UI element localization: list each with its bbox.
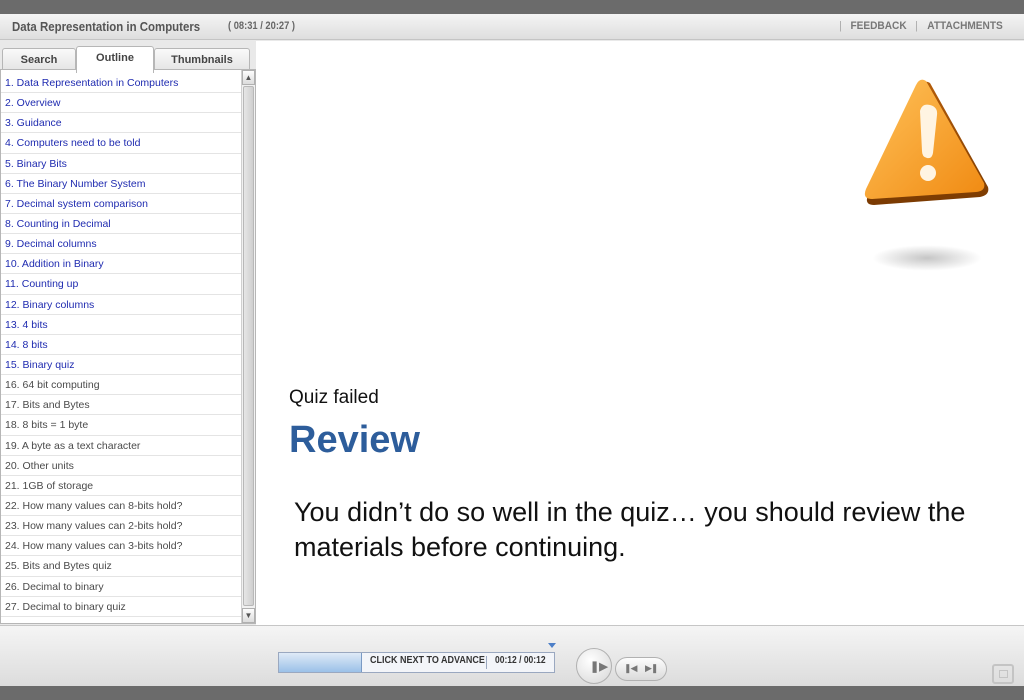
outline-scrollbar[interactable]: ▲ ▼ <box>241 70 255 623</box>
scroll-thumb[interactable] <box>243 86 254 606</box>
outline-item[interactable]: 21. 1GB of storage <box>1 476 241 496</box>
outline-item[interactable]: 15. Binary quiz <box>1 355 241 376</box>
outline-item[interactable]: 9. Decimal columns <box>1 234 241 255</box>
play-pause-icon: ❚▶ <box>590 661 608 673</box>
icon-shadow <box>872 245 982 271</box>
top-links: | FEEDBACK | ATTACHMENTS <box>839 20 1006 32</box>
review-message: You didn’t do so well in the quiz… you s… <box>294 497 966 562</box>
outline-item[interactable]: 20. Other units <box>1 456 241 476</box>
scroll-up-icon[interactable]: ▲ <box>242 70 255 85</box>
outline-item[interactable]: 19. A byte as a text character <box>1 436 241 456</box>
outline-item[interactable]: 8. Counting in Decimal <box>1 214 241 235</box>
play-pause-button[interactable]: ❚▶ <box>576 648 612 684</box>
outline-item[interactable]: 16. 64 bit computing <box>1 375 241 396</box>
outline-item[interactable]: 14. 8 bits <box>1 335 241 355</box>
outline-item[interactable]: 2. Overview <box>1 93 241 114</box>
playhead-marker-icon[interactable] <box>548 643 556 648</box>
player-controls: CLICK NEXT TO ADVANCE 00:12 / 00:12 ❚▶ ❚… <box>0 625 1024 686</box>
slide-content: Quiz failed Review You didn’t do so well… <box>256 41 1024 625</box>
outline-item[interactable]: 10. Addition in Binary <box>1 254 241 275</box>
outline-item[interactable]: 1. Data Representation in Computers <box>1 73 241 94</box>
outline-item[interactable]: 25. Bits and Bytes quiz <box>1 556 241 577</box>
feedback-link[interactable]: FEEDBACK <box>850 20 906 32</box>
progress-label: CLICK NEXT TO ADVANCE <box>370 655 485 666</box>
outline-item[interactable]: 26. Decimal to binary <box>1 577 241 597</box>
link-separator: | <box>915 20 918 32</box>
tab-outline[interactable]: Outline <box>76 46 154 73</box>
warning-triangle-icon <box>864 79 989 205</box>
progress-separator <box>486 656 487 669</box>
slide-time: 00:12 / 00:12 <box>495 655 546 666</box>
outline-item[interactable]: 4. Computers need to be told <box>1 133 241 154</box>
outline-list: 1. Data Representation in Computers 2. Ov… <box>1 73 241 623</box>
course-title: Data Representation in Computers <box>12 19 201 34</box>
player-window: Data Representation in Computers ( 08:31… <box>0 14 1024 686</box>
outline-item[interactable]: 12. Binary columns <box>1 295 241 315</box>
outline-item[interactable]: 23. How many values can 2-bits hold? <box>1 516 241 537</box>
attachments-link[interactable]: ATTACHMENTS <box>927 20 1003 32</box>
outline-item[interactable]: 17. Bits and Bytes <box>1 395 241 416</box>
sidebar-tabs: Search Outline Thumbnails <box>0 46 256 73</box>
sidebar: Search Outline Thumbnails 1. Data Repres… <box>0 42 256 624</box>
slide-nav: ❚◀ ▶❚ <box>615 657 667 681</box>
progress-fill <box>279 653 362 672</box>
outline-item[interactable]: 3. Guidance <box>1 113 241 134</box>
scroll-down-icon[interactable]: ▼ <box>242 608 255 623</box>
outline-item[interactable]: 22. How many values can 8-bits hold? <box>1 496 241 517</box>
review-heading: Review <box>289 419 420 461</box>
outline-item[interactable]: 24. How many values can 3-bits hold? <box>1 536 241 557</box>
outline-item[interactable]: 11. Counting up <box>1 274 241 295</box>
outline-item[interactable]: 5. Binary Bits <box>1 154 241 174</box>
title-bar: Data Representation in Computers ( 08:31… <box>0 14 1024 40</box>
next-slide-icon[interactable]: ▶❚ <box>645 663 659 674</box>
fullscreen-icon[interactable] <box>992 664 1014 684</box>
outline-item[interactable]: 27. Decimal to binary quiz <box>1 597 241 617</box>
outline-item[interactable]: 7. Decimal system comparison <box>1 194 241 214</box>
course-elapsed-time: ( 08:31 / 20:27 ) <box>228 20 296 32</box>
outline-item[interactable]: 13. 4 bits <box>1 315 241 335</box>
quiz-status-text: Quiz failed <box>289 387 379 408</box>
previous-slide-icon[interactable]: ❚◀ <box>624 663 638 674</box>
outline-item[interactable]: 6. The Binary Number System <box>1 174 241 194</box>
outline-panel: 1. Data Representation in Computers 2. Ov… <box>0 69 256 624</box>
link-separator: | <box>839 20 842 32</box>
outline-item[interactable]: 18. 8 bits = 1 byte <box>1 415 241 436</box>
